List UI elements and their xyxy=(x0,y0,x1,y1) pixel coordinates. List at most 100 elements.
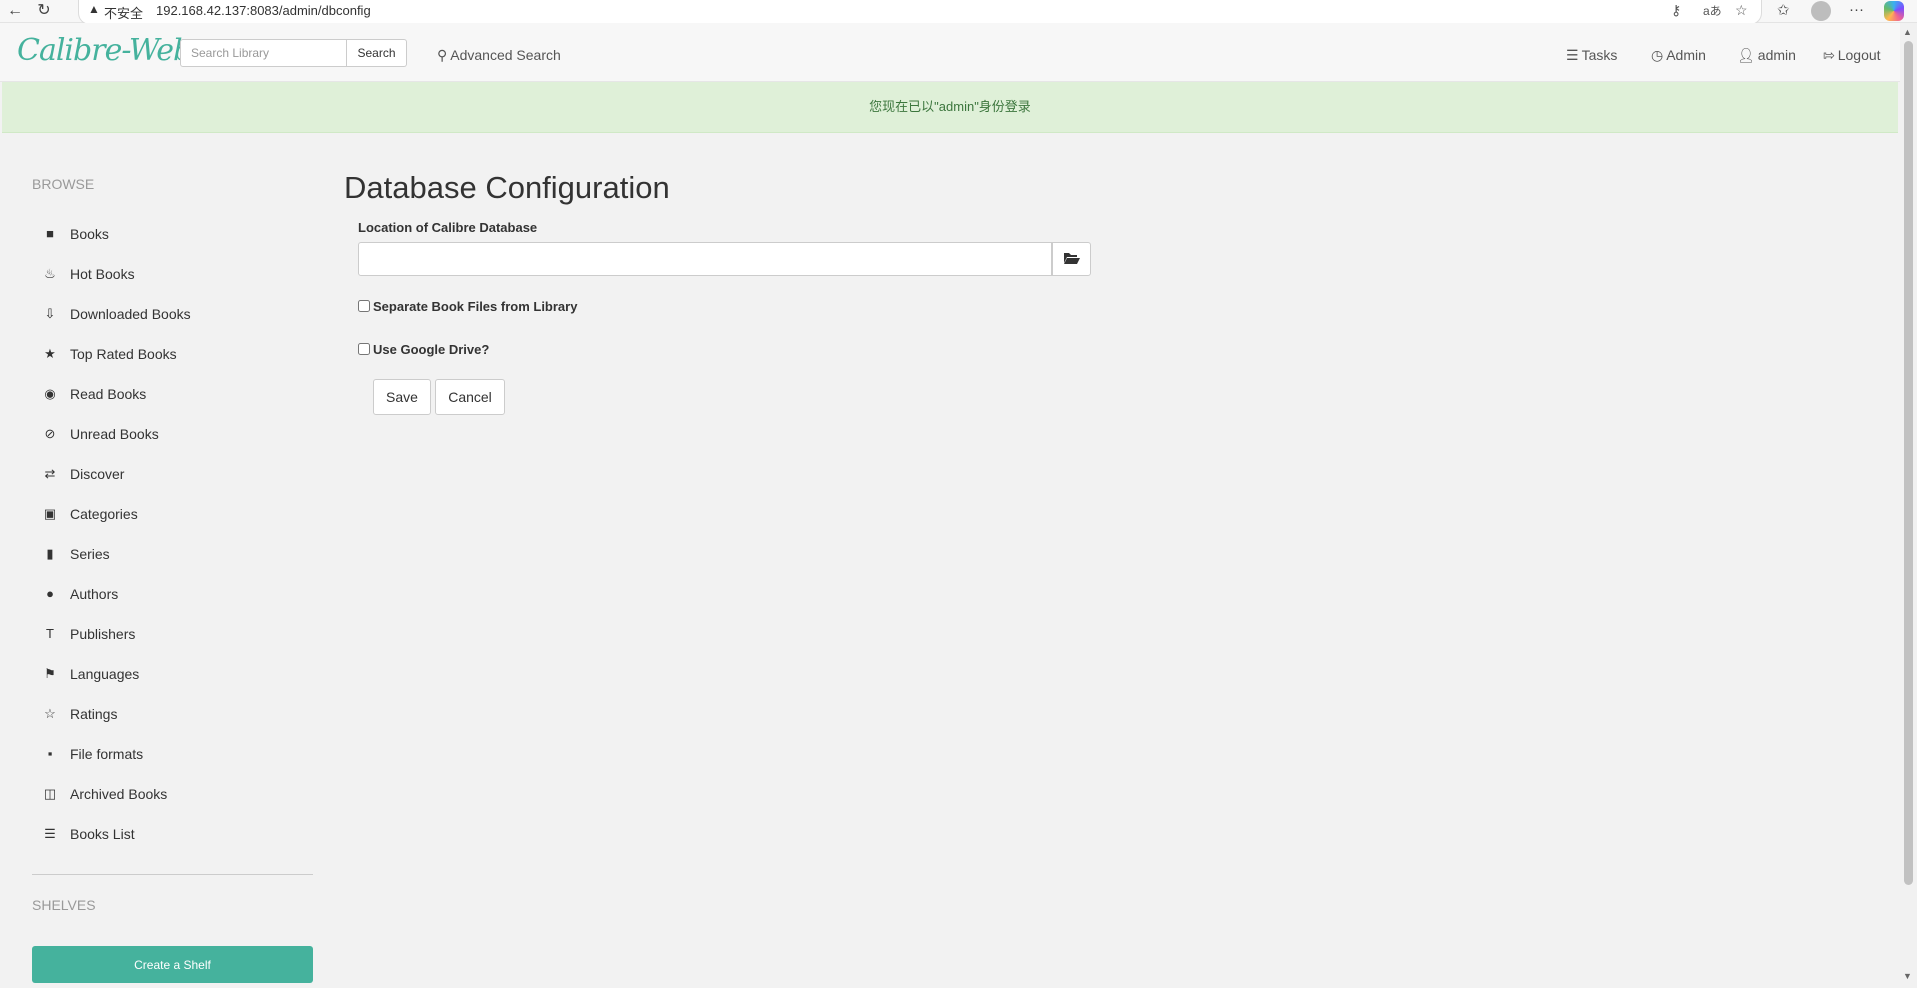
sidebar-item-label: Authors xyxy=(70,586,119,602)
key-icon[interactable]: ⚷ xyxy=(1671,2,1681,19)
user-label: admin xyxy=(1757,47,1796,63)
user-profile-link[interactable]: 👤︎ admin xyxy=(1737,47,1796,64)
logout-link[interactable]: ⇰ Logout xyxy=(1823,47,1881,64)
sidebar-item-label: Unread Books xyxy=(70,426,159,442)
admin-link[interactable]: ◷ Admin xyxy=(1651,47,1706,64)
sidebar-item-books[interactable]: ■ Books xyxy=(32,225,312,255)
reload-icon[interactable]: ↻ xyxy=(33,0,55,22)
random-icon: ⇄ xyxy=(44,466,56,481)
tasks-icon: ☰ xyxy=(1566,47,1579,63)
search-button[interactable]: Search xyxy=(347,39,407,67)
sidebar-item-label: Books List xyxy=(70,826,135,842)
create-shelf-button[interactable]: Create a Shelf xyxy=(32,946,313,983)
sidebar-item-label: Discover xyxy=(70,466,125,482)
folder-open-icon xyxy=(1063,252,1080,264)
sidebar-item-label: Ratings xyxy=(70,706,118,722)
fire-icon: ♨ xyxy=(44,266,56,281)
google-drive-row[interactable]: Use Google Drive? xyxy=(358,342,489,357)
save-button[interactable]: Save xyxy=(373,379,431,415)
profile-avatar[interactable] xyxy=(1811,1,1831,21)
sidebar-divider xyxy=(32,874,313,875)
sidebar-item-languages[interactable]: ⚑ Languages xyxy=(32,665,312,695)
brand-logo[interactable]: Calibre-Web xyxy=(17,33,192,68)
page-scrollbar[interactable]: ▲ ▼ xyxy=(1900,23,1917,988)
google-drive-label: Use Google Drive? xyxy=(373,342,490,357)
search-icon: ⚲ xyxy=(437,47,448,63)
trash-icon: ◫ xyxy=(43,786,57,801)
search-input[interactable] xyxy=(180,39,347,67)
sidebar-item-ratings[interactable]: ☆ Ratings xyxy=(32,705,312,735)
star-icon: ★ xyxy=(44,346,56,361)
scroll-down-icon[interactable]: ▼ xyxy=(1903,971,1912,981)
dashboard-icon: ◷ xyxy=(1651,47,1664,63)
sidebar-item-discover[interactable]: ⇄ Discover xyxy=(32,465,312,495)
eye-icon: ◉ xyxy=(44,386,56,401)
sidebar-item-label: Languages xyxy=(70,666,140,682)
copilot-icon[interactable] xyxy=(1884,1,1904,21)
logout-label: Logout xyxy=(1837,47,1881,63)
sidebar-item-series[interactable]: ▮ Series xyxy=(32,545,312,575)
sidebar-item-label: Archived Books xyxy=(70,786,168,802)
sidebar-item-books-list[interactable]: ☰ Books List xyxy=(32,825,312,855)
user-icon: ● xyxy=(46,586,54,601)
db-browse-button[interactable] xyxy=(1052,242,1091,276)
db-location-input[interactable] xyxy=(358,242,1052,276)
admin-label: Admin xyxy=(1666,47,1706,63)
more-menu-icon[interactable]: ··· xyxy=(1849,1,1864,18)
favorite-star-icon[interactable]: ☆ xyxy=(1735,2,1748,19)
user-icon: 👤︎ xyxy=(1737,47,1755,63)
book-icon: ■ xyxy=(46,226,54,241)
sidebar-item-file-formats[interactable]: ▪ File formats xyxy=(32,745,312,775)
logout-icon: ⇰ xyxy=(1823,47,1835,63)
sidebar-item-label: Books xyxy=(70,226,109,242)
google-drive-checkbox[interactable] xyxy=(358,343,370,355)
alert-message: 您现在已以"admin"身份登录 xyxy=(869,99,1031,114)
separate-files-row[interactable]: Separate Book Files from Library xyxy=(358,299,577,314)
advanced-search-label: Advanced Search xyxy=(450,47,561,63)
sidebar-item-label: Categories xyxy=(70,506,138,522)
sidebar-item-hot-books[interactable]: ♨ Hot Books xyxy=(32,265,312,295)
bookmark-icon: ▮ xyxy=(46,546,54,561)
browser-toolbar: ← ↻ ▲ 不安全 192.168.42.137:8083/admin/dbco… xyxy=(0,0,1917,25)
eye-slash-icon: ⊘ xyxy=(44,426,56,441)
sidebar-item-read-books[interactable]: ◉ Read Books xyxy=(32,385,312,415)
sidebar-item-label: File formats xyxy=(70,746,144,762)
sidebar-item-publishers[interactable]: T Publishers xyxy=(32,625,312,655)
warning-icon[interactable]: ▲ xyxy=(88,2,100,16)
shelves-heading: SHELVES xyxy=(32,897,96,913)
scroll-up-icon[interactable]: ▲ xyxy=(1903,27,1912,37)
advanced-search-link[interactable]: ⚲ Advanced Search xyxy=(437,47,561,64)
sidebar-item-label: Top Rated Books xyxy=(70,346,177,362)
sidebar-item-top-rated-books[interactable]: ★ Top Rated Books xyxy=(32,345,312,375)
back-icon[interactable]: ← xyxy=(4,0,26,22)
tasks-link[interactable]: ☰ Tasks xyxy=(1566,47,1617,64)
download-circle-icon: ⇩ xyxy=(44,306,56,321)
sidebar-item-label: Publishers xyxy=(70,626,136,642)
tasks-label: Tasks xyxy=(1581,47,1618,63)
flag-icon: ⚑ xyxy=(44,666,56,681)
text-size-icon: T xyxy=(46,626,54,641)
file-icon: ▪ xyxy=(47,746,53,761)
cancel-button[interactable]: Cancel xyxy=(435,379,505,415)
sidebar-item-label: Read Books xyxy=(70,386,147,402)
scroll-thumb[interactable] xyxy=(1904,41,1913,885)
favorites-icon[interactable]: ✩ xyxy=(1777,1,1790,19)
star-empty-icon: ☆ xyxy=(44,706,56,721)
sidebar-item-archived-books[interactable]: ◫ Archived Books xyxy=(32,785,312,815)
sidebar-item-unread-books[interactable]: ⊘ Unread Books xyxy=(32,425,312,455)
list-icon: ☰ xyxy=(44,826,56,841)
sidebar-item-categories[interactable]: ▣ Categories xyxy=(32,505,312,535)
login-success-alert: 您现在已以"admin"身份登录 xyxy=(2,82,1898,133)
app-navbar: Calibre-Web Search ⚲Advanced Search ☰Tas… xyxy=(0,23,1900,82)
translate-icon[interactable]: aあ xyxy=(1703,2,1722,19)
sidebar-item-downloaded-books[interactable]: ⇩ Downloaded Books xyxy=(32,305,312,335)
separate-files-checkbox[interactable] xyxy=(358,300,370,312)
sidebar-item-authors[interactable]: ● Authors xyxy=(32,585,312,615)
sidebar: BROWSE ■ Books ♨ Hot Books ⇩ Downloaded Boo… xyxy=(0,132,320,983)
sidebar-item-label: Downloaded Books xyxy=(70,306,191,322)
url-text[interactable]: 192.168.42.137:8083/admin/dbconfig xyxy=(156,3,371,18)
insecure-label[interactable]: 不安全 xyxy=(104,3,143,22)
sidebar-item-label: Series xyxy=(70,546,110,562)
db-location-label: Location of Calibre Database xyxy=(358,220,538,235)
browse-heading: BROWSE xyxy=(32,176,95,192)
